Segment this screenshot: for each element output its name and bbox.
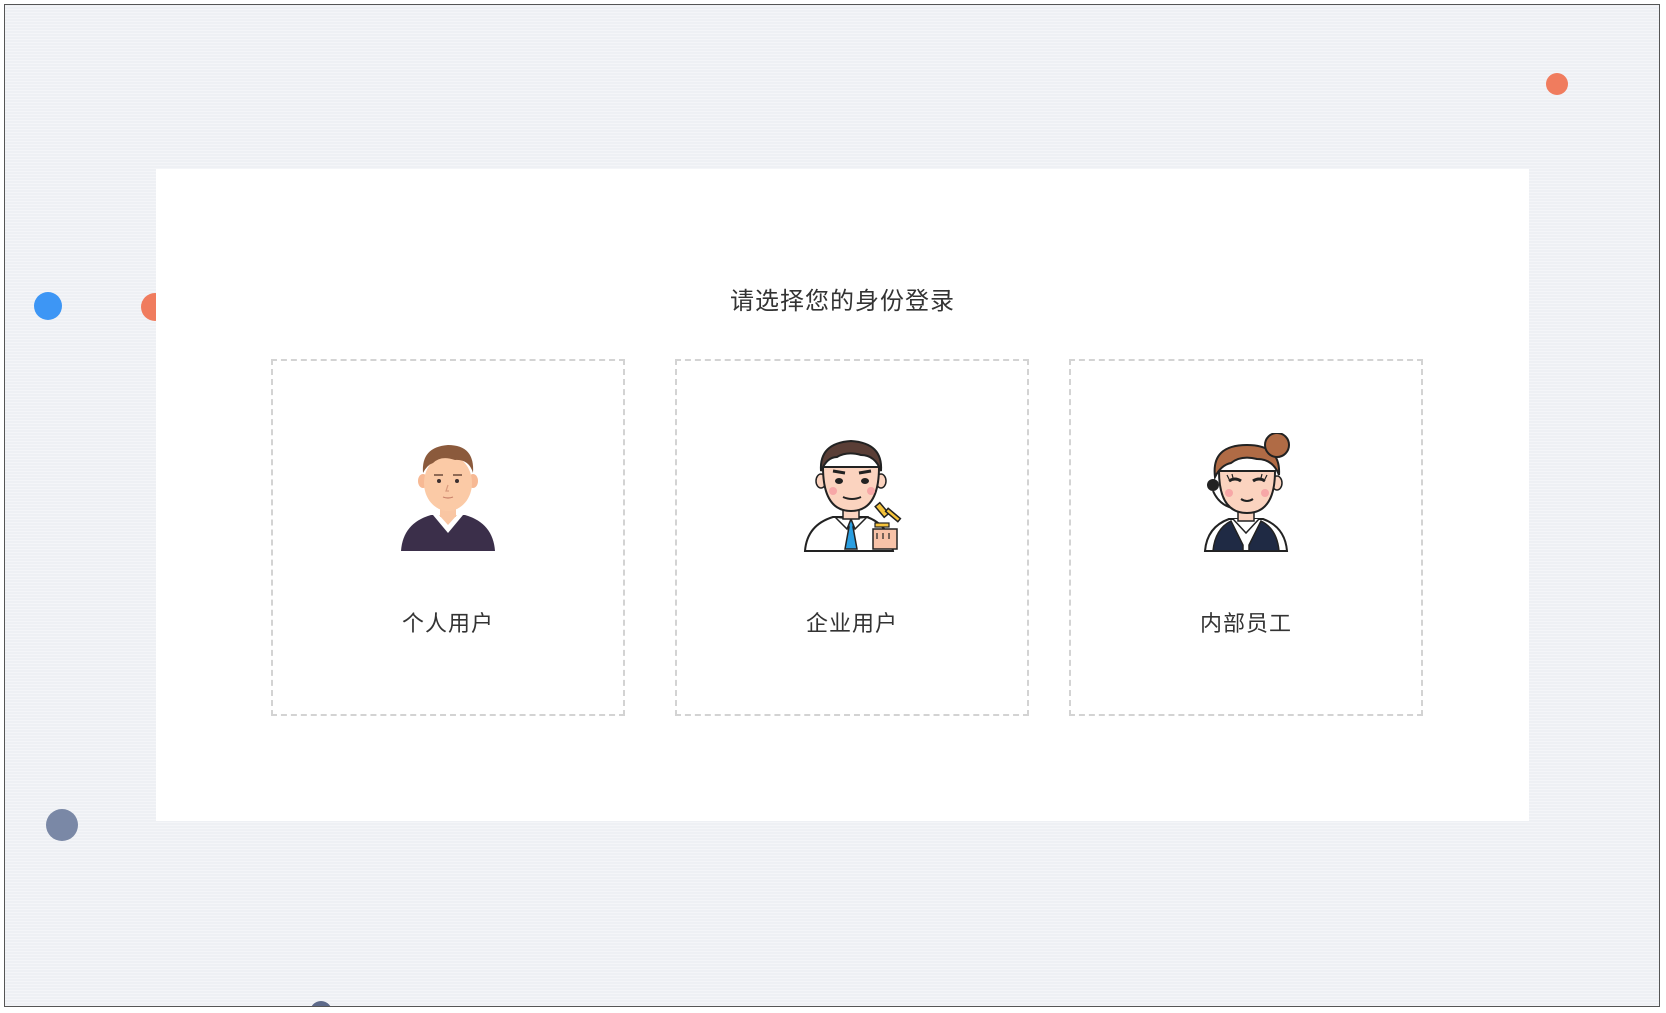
decorative-dot bbox=[46, 809, 78, 841]
page-background: 请选择您的身份登录 个人用户 企业用户 内部员工 bbox=[4, 4, 1660, 1007]
option-label: 内部员工 bbox=[1199, 612, 1292, 637]
login-identity-card: 请选择您的身份登录 个人用户 企业用户 内部员工 bbox=[156, 169, 1529, 821]
decorative-dot bbox=[1546, 73, 1568, 95]
option-label: 个人用户 bbox=[401, 612, 494, 637]
option-personal-user[interactable]: 个人用户 bbox=[271, 359, 625, 716]
option-label: 企业用户 bbox=[805, 612, 898, 637]
decorative-dot bbox=[310, 1001, 332, 1006]
decorative-dot bbox=[34, 292, 62, 320]
option-internal-staff[interactable]: 内部员工 bbox=[1069, 359, 1423, 716]
personal-user-avatar-icon bbox=[393, 433, 503, 553]
page-title: 请选择您的身份登录 bbox=[730, 287, 955, 315]
internal-staff-avatar-icon bbox=[1191, 433, 1301, 553]
enterprise-user-avatar-icon bbox=[797, 433, 907, 553]
option-enterprise-user[interactable]: 企业用户 bbox=[675, 359, 1029, 716]
